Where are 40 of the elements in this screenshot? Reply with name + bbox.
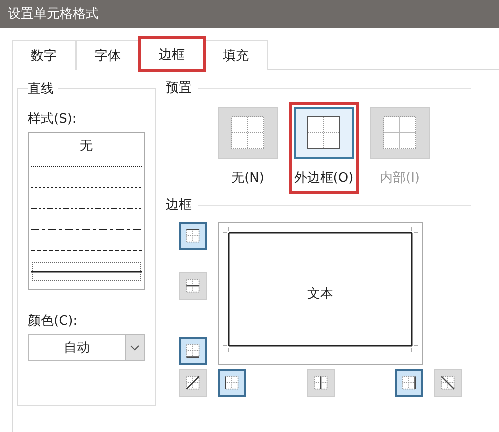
grid-icon bbox=[383, 116, 417, 150]
border-icon bbox=[312, 374, 330, 392]
tab[interactable]: 字体 bbox=[76, 40, 140, 70]
tab[interactable]: 数字 bbox=[12, 40, 76, 70]
border-icon bbox=[439, 374, 457, 392]
color-label: 颜色(C): bbox=[28, 313, 79, 330]
preset-label: 内部(I) bbox=[380, 170, 420, 187]
border-icon bbox=[184, 342, 202, 360]
style-label: 样式(S): bbox=[28, 111, 78, 128]
grid-icon bbox=[231, 116, 265, 150]
border-icon bbox=[184, 374, 202, 392]
border-button[interactable] bbox=[179, 337, 207, 365]
window-title: 设置单元格格式 bbox=[8, 6, 99, 23]
border-button[interactable] bbox=[179, 222, 207, 250]
section-title: 边框 bbox=[166, 197, 192, 214]
color-dropdown[interactable]: 自动 bbox=[28, 334, 145, 361]
preset-button[interactable] bbox=[294, 107, 354, 159]
line-style-option[interactable]: 无 bbox=[31, 135, 142, 156]
line-sample-icon bbox=[31, 228, 142, 232]
preset-label: 外边框(O) bbox=[294, 170, 354, 187]
section-title: 预置 bbox=[166, 80, 192, 97]
line-sample-icon bbox=[31, 206, 142, 210]
chevron-down-icon bbox=[130, 344, 140, 350]
grid-icon bbox=[307, 116, 341, 150]
preview-text: 文本 bbox=[308, 286, 334, 302]
preset-label: 无(N) bbox=[232, 170, 264, 187]
border-button[interactable] bbox=[395, 369, 423, 397]
border-button[interactable] bbox=[218, 369, 246, 397]
border-icon bbox=[184, 277, 202, 295]
line-style-list[interactable]: 无 bbox=[28, 132, 145, 290]
tab[interactable]: 填充 bbox=[204, 40, 268, 70]
border-icon bbox=[184, 227, 202, 245]
line-sample-icon bbox=[31, 270, 142, 274]
line-style-option[interactable] bbox=[31, 261, 142, 282]
border-icon bbox=[400, 374, 418, 392]
line-sample-icon bbox=[31, 248, 142, 252]
line-sample-icon bbox=[31, 186, 142, 190]
border-icon bbox=[223, 374, 241, 392]
line-sample-icon bbox=[31, 164, 142, 168]
tab[interactable]: 边框 bbox=[140, 38, 204, 70]
